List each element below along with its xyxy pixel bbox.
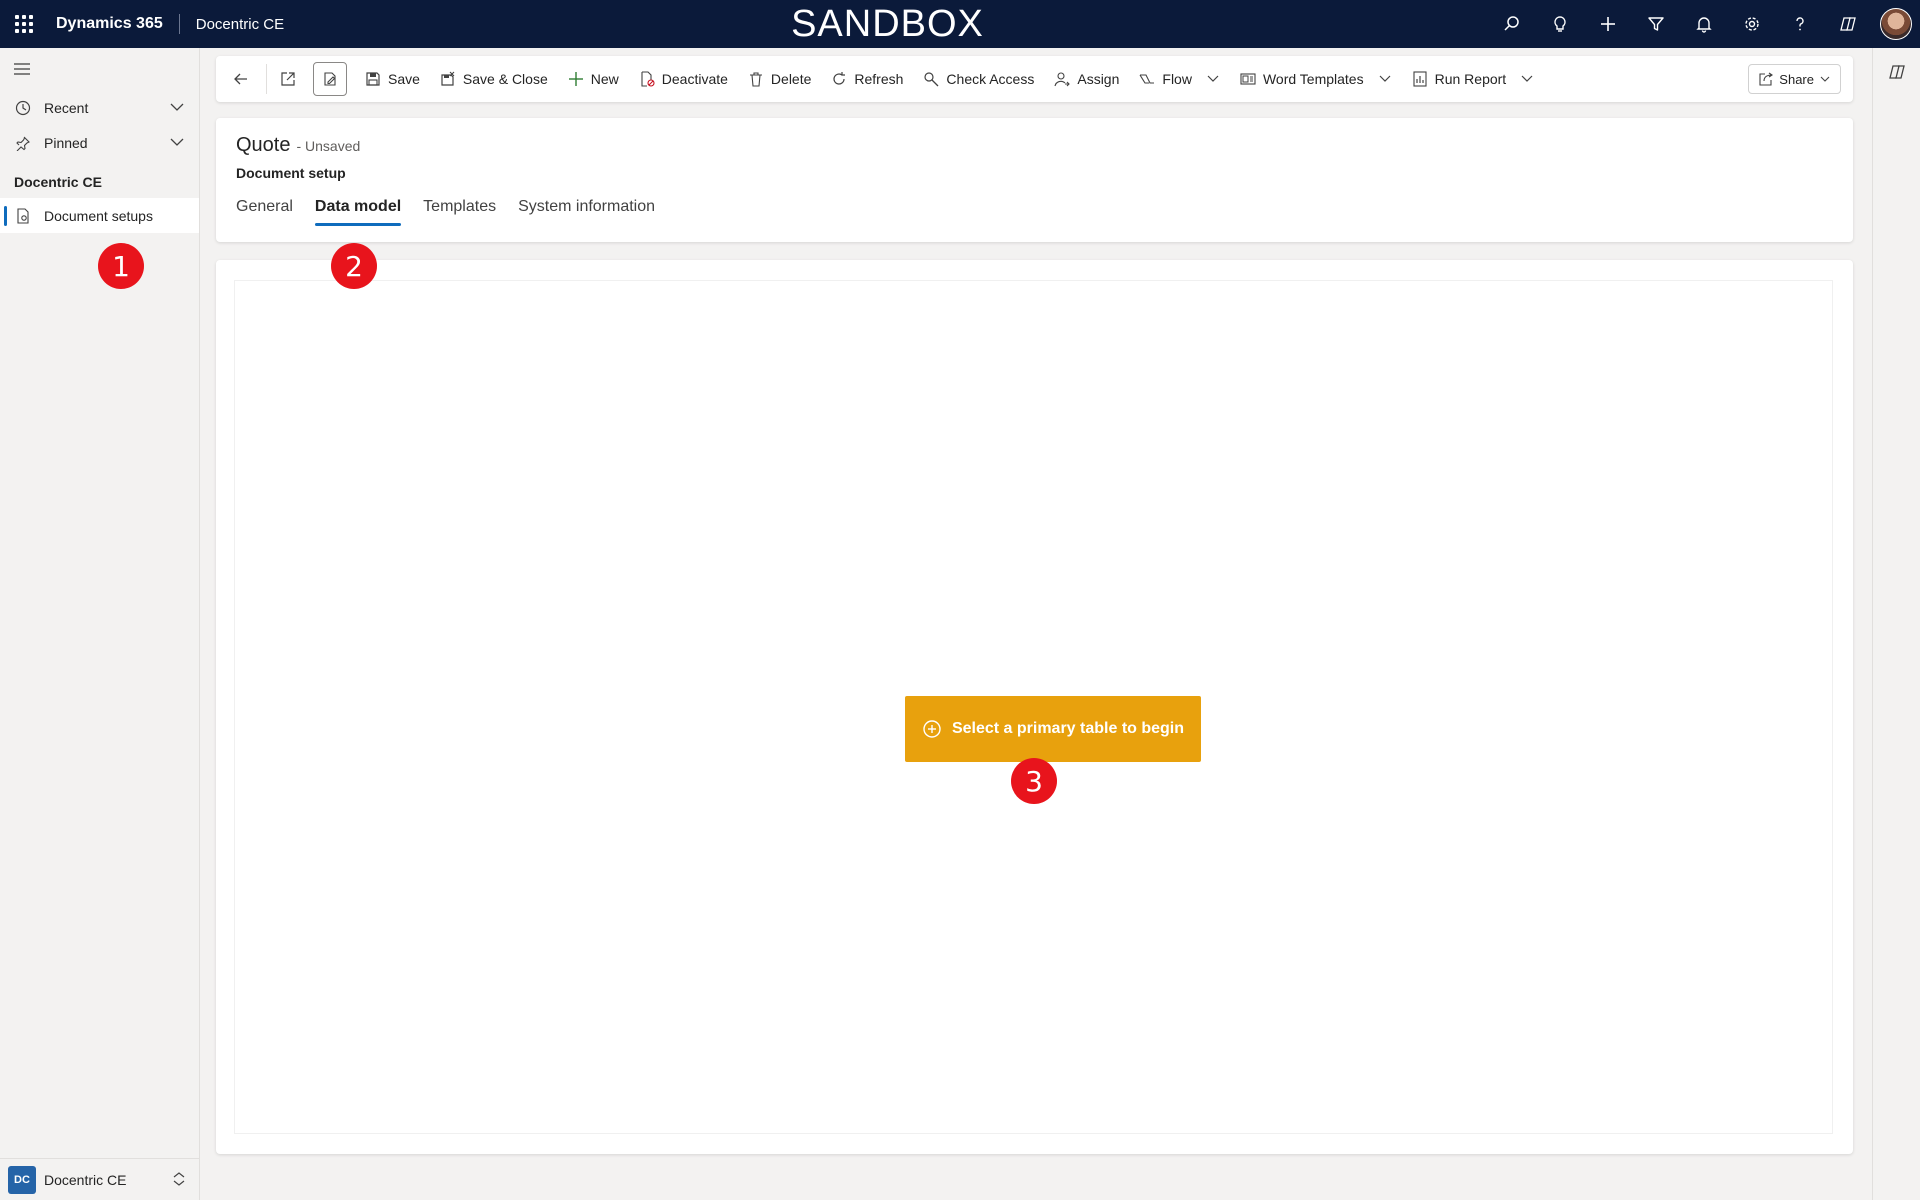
- refresh-button[interactable]: Refresh: [821, 62, 913, 96]
- record-title: Quote: [236, 134, 291, 156]
- add-circle-icon: [922, 719, 942, 739]
- divider: [266, 64, 267, 94]
- run-report-label: Run Report: [1434, 71, 1507, 87]
- clock-icon: [14, 99, 32, 117]
- save-label: Save: [388, 71, 420, 87]
- new-button[interactable]: New: [558, 62, 629, 96]
- copilot-icon[interactable]: [1824, 0, 1872, 48]
- person-icon: [1054, 71, 1071, 87]
- chevron-down-icon: [1820, 74, 1830, 84]
- share-label: Share: [1779, 71, 1814, 87]
- pin-icon: [14, 134, 32, 152]
- area-switcher-label: Docentric CE: [44, 1171, 127, 1188]
- step-marker-3: 3: [1011, 758, 1057, 804]
- right-side-pane: [1872, 48, 1920, 1200]
- tab-general[interactable]: General: [236, 198, 293, 226]
- word-templates-button[interactable]: Word Templates: [1230, 62, 1402, 96]
- gear-icon[interactable]: [1728, 0, 1776, 48]
- save-close-label: Save & Close: [462, 71, 548, 87]
- area-badge: DC: [8, 1165, 36, 1194]
- chevron-updown-icon: [172, 1171, 186, 1190]
- step-marker-2: 2: [331, 243, 377, 289]
- back-button[interactable]: [224, 62, 258, 96]
- sidebar-pinned[interactable]: Pinned: [0, 125, 199, 160]
- area-switcher[interactable]: DC Docentric CE: [0, 1158, 200, 1200]
- bell-icon[interactable]: [1680, 0, 1728, 48]
- sidebar-recent[interactable]: Recent: [0, 90, 199, 125]
- flow-icon: [1139, 71, 1155, 87]
- brand-title[interactable]: Dynamics 365: [48, 15, 179, 33]
- tab-templates[interactable]: Templates: [423, 198, 496, 226]
- chevron-down-icon[interactable]: [1378, 72, 1392, 86]
- app-launcher-icon[interactable]: [0, 0, 48, 48]
- deactivate-label: Deactivate: [661, 71, 728, 87]
- chevron-down-icon[interactable]: [169, 134, 185, 153]
- sidebar-item-label: Document setups: [44, 207, 153, 224]
- form-editor-button[interactable]: [313, 62, 347, 96]
- filter-icon[interactable]: [1632, 0, 1680, 48]
- run-report-button[interactable]: Run Report: [1402, 62, 1545, 96]
- data-model-canvas: Select a primary table to begin: [234, 280, 1833, 1134]
- tab-system-information[interactable]: System information: [518, 198, 655, 226]
- copilot-pane-icon[interactable]: [1873, 48, 1920, 96]
- assign-button[interactable]: Assign: [1044, 62, 1129, 96]
- word-template-icon: [1240, 71, 1256, 87]
- check-access-button[interactable]: Check Access: [913, 62, 1044, 96]
- record-header: Quote - Unsaved Document setup General D…: [216, 118, 1853, 242]
- sidebar-pinned-label: Pinned: [44, 134, 88, 151]
- key-search-icon: [923, 71, 939, 87]
- trash-icon: [748, 71, 764, 87]
- unsaved-indicator: - Unsaved: [296, 138, 361, 154]
- chevron-down-icon[interactable]: [1206, 72, 1220, 86]
- deactivate-button[interactable]: Deactivate: [629, 62, 738, 96]
- flow-label: Flow: [1162, 71, 1192, 87]
- hamburger-icon[interactable]: [0, 48, 199, 90]
- new-label: New: [590, 71, 619, 87]
- avatar[interactable]: [1872, 0, 1920, 48]
- refresh-label: Refresh: [854, 71, 904, 87]
- plus-icon[interactable]: [1584, 0, 1632, 48]
- chevron-down-icon[interactable]: [1520, 72, 1534, 86]
- save-close-icon: [440, 71, 456, 87]
- assign-label: Assign: [1077, 71, 1120, 87]
- report-icon: [1412, 71, 1428, 87]
- sitemap-sidebar: Recent Pinned Docentric CE Document setu…: [0, 48, 200, 1200]
- chevron-down-icon[interactable]: [169, 99, 185, 118]
- help-icon[interactable]: [1776, 0, 1824, 48]
- app-name[interactable]: Docentric CE: [180, 16, 284, 33]
- step-marker-1: 1: [98, 243, 144, 289]
- sidebar-item-document-setups[interactable]: Document setups: [0, 198, 199, 233]
- select-primary-table-button[interactable]: Select a primary table to begin: [905, 696, 1201, 762]
- document-settings-icon: [14, 207, 32, 225]
- top-navigation-bar: Dynamics 365 Docentric CE SANDBOX: [0, 0, 1920, 48]
- lightbulb-icon[interactable]: [1536, 0, 1584, 48]
- check-access-label: Check Access: [946, 71, 1035, 87]
- delete-label: Delete: [770, 71, 812, 87]
- search-icon[interactable]: [1488, 0, 1536, 48]
- data-model-panel: Select a primary table to begin: [216, 260, 1853, 1154]
- save-button[interactable]: Save: [355, 62, 430, 96]
- save-close-button[interactable]: Save & Close: [430, 62, 558, 96]
- command-bar: Save Save & Close New Deactivate Delete …: [216, 56, 1853, 102]
- share-icon: [1759, 72, 1774, 86]
- plus-icon: [568, 71, 584, 87]
- delete-button[interactable]: Delete: [738, 62, 821, 96]
- form-tabs: General Data model Templates System info…: [236, 198, 677, 226]
- entity-name: Document setup: [236, 165, 346, 181]
- deactivate-icon: [639, 71, 655, 87]
- tab-data-model[interactable]: Data model: [314, 198, 402, 226]
- refresh-icon: [831, 71, 847, 87]
- select-primary-table-label: Select a primary table to begin: [951, 720, 1185, 737]
- sidebar-area-title: Docentric CE: [14, 174, 102, 190]
- sidebar-recent-label: Recent: [44, 99, 89, 116]
- flow-button[interactable]: Flow: [1129, 62, 1230, 96]
- share-button[interactable]: Share: [1748, 64, 1841, 94]
- open-new-window-button[interactable]: [271, 62, 305, 96]
- word-templates-label: Word Templates: [1262, 71, 1364, 87]
- save-icon: [365, 71, 381, 87]
